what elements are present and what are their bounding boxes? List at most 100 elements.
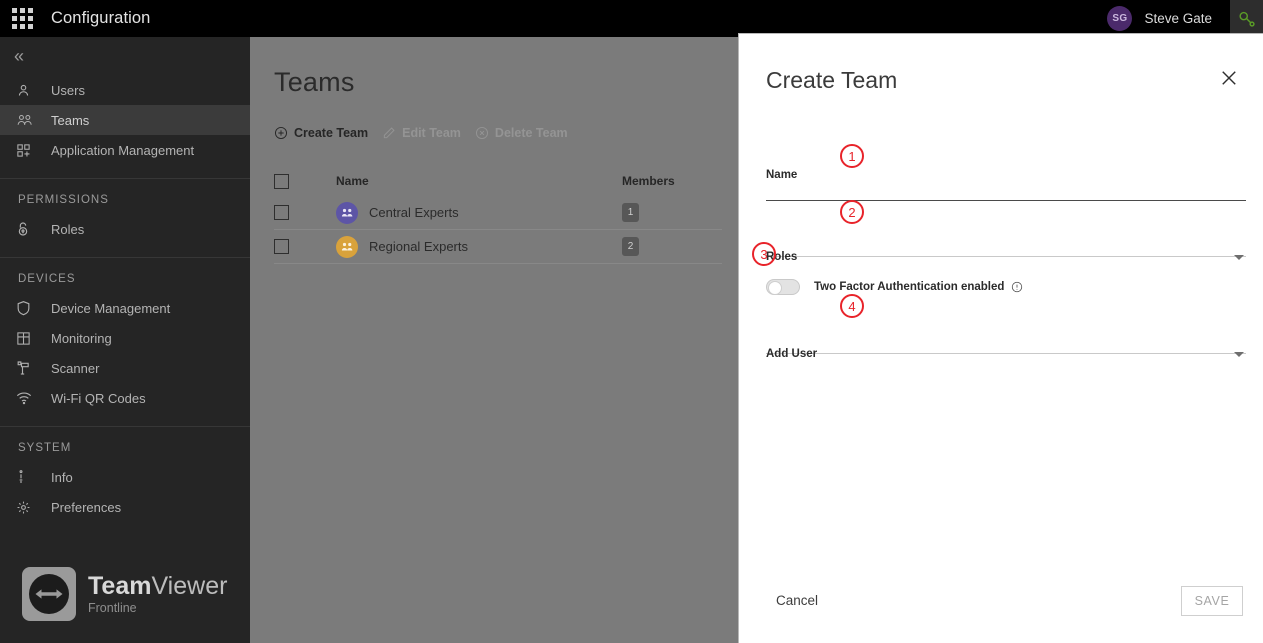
info-person-icon [16, 468, 38, 486]
sidebar-item-label: Application Management [51, 142, 195, 158]
sidebar-item-device-management[interactable]: Device Management [0, 293, 250, 323]
add-user-field-underline [766, 353, 1246, 354]
logo-brand-bold: Team [88, 572, 152, 601]
sidebar-item-users[interactable]: Users [0, 75, 250, 105]
column-header-name: Name [336, 174, 369, 188]
sidebar-item-label: Teams [51, 112, 90, 128]
save-button[interactable]: SAVE [1181, 586, 1243, 616]
annotation-marker-1: 1 [840, 144, 864, 168]
sidebar-item-label: Roles [51, 221, 85, 237]
teamviewer-logo: TeamViewer Frontline [22, 567, 227, 621]
sidebar-item-info[interactable]: Info [0, 462, 250, 492]
grid-table-icon [16, 329, 38, 347]
user-name[interactable]: Steve Gate [1144, 11, 1212, 26]
two-factor-toggle[interactable] [766, 279, 800, 295]
name-field[interactable]: Name [766, 169, 1246, 201]
sidebar-item-scanner[interactable]: Scanner [0, 353, 250, 383]
app-title: Configuration [51, 9, 151, 27]
sidebar-item-wifi-qr-codes[interactable]: Wi-Fi QR Codes [0, 383, 250, 413]
toggle-knob [768, 281, 782, 295]
sidebar-item-preferences[interactable]: Preferences [0, 492, 250, 522]
create-team-dialog: Create Team Name Roles Two Factor Authen… [738, 33, 1263, 643]
column-header-members: Members [622, 174, 675, 188]
roles-field-underline [766, 256, 1246, 257]
toolbar-label: Create Team [294, 126, 369, 140]
table-header-row: Name Members [274, 166, 722, 196]
pencil-icon [382, 126, 396, 140]
row-name-cell: Central Experts [336, 201, 622, 224]
annotation-marker-4: 4 [840, 294, 864, 318]
row-checkbox[interactable] [274, 205, 336, 220]
add-user-field[interactable]: Add User [766, 334, 1246, 364]
members-badge: 2 [622, 237, 639, 256]
two-factor-label: Two Factor Authentication enabled [814, 281, 1005, 293]
dialog-title: Create Team [766, 67, 898, 93]
row-members-cell: 1 [622, 203, 722, 222]
close-icon[interactable] [1215, 64, 1243, 92]
people-icon [336, 201, 358, 224]
plus-circle-icon [274, 126, 288, 140]
row-checkbox[interactable] [274, 239, 336, 254]
team-name: Regional Experts [369, 239, 468, 254]
row-members-cell: 2 [622, 237, 722, 256]
sidebar-item-label: Device Management [51, 300, 171, 316]
info-circle-icon[interactable] [1011, 281, 1023, 293]
sidebar-group-permissions: PERMISSIONS [18, 194, 109, 206]
team-name: Central Experts [369, 205, 459, 220]
key-icon[interactable] [1230, 0, 1263, 37]
teams-table: Name Members Central Experts 1 Regional … [274, 166, 722, 264]
sidebar-item-label: Wi-Fi QR Codes [51, 390, 146, 406]
wifi-icon [16, 389, 38, 407]
logo-product: Frontline [88, 600, 137, 615]
people-icon [16, 111, 38, 129]
sidebar-item-label: Scanner [51, 360, 100, 376]
create-team-button[interactable]: Create Team [274, 126, 368, 140]
table-row[interactable]: Regional Experts 2 [274, 230, 722, 264]
chevron-down-icon[interactable] [1234, 255, 1244, 260]
application-window: Configuration SG Steve Gate « Users Team… [0, 0, 1263, 643]
sidebar: « Users Teams Application Management PER… [0, 37, 250, 643]
edit-team-button[interactable]: Edit Team [382, 126, 461, 140]
sidebar-collapse-button[interactable]: « [0, 37, 250, 75]
shield-icon [16, 299, 38, 317]
row-name-cell: Regional Experts [336, 235, 622, 258]
select-all-checkbox[interactable] [274, 173, 336, 189]
sidebar-item-teams[interactable]: Teams [0, 105, 250, 135]
members-badge: 1 [622, 203, 639, 222]
sidebar-item-label: Monitoring [51, 330, 112, 346]
delete-team-button[interactable]: Delete Team [475, 126, 568, 140]
checkbox-icon [274, 205, 289, 220]
chevron-double-left-icon: « [14, 46, 25, 66]
name-field-underline [766, 200, 1246, 201]
main-content: Teams Create Team Edit Team Delete Team … [250, 37, 740, 643]
x-circle-icon [475, 126, 489, 140]
add-user-field-label: Add User [766, 348, 818, 360]
top-bar-right: SG Steve Gate [1107, 0, 1263, 37]
chevron-down-icon[interactable] [1234, 352, 1244, 357]
avatar[interactable]: SG [1107, 6, 1133, 31]
people-icon [336, 235, 358, 258]
toolbar: Create Team Edit Team Delete Team [274, 126, 740, 140]
sidebar-item-label: Info [51, 469, 73, 485]
scanner-icon [16, 359, 38, 377]
page-title: Teams [274, 67, 355, 97]
sidebar-group-devices: DEVICES [18, 273, 76, 285]
sidebar-item-roles[interactable]: Roles [0, 214, 250, 244]
table-row[interactable]: Central Experts 1 [274, 196, 722, 230]
two-factor-toggle-row[interactable]: Two Factor Authentication enabled [766, 279, 1023, 295]
gear-icon [16, 498, 38, 516]
top-bar: Configuration SG Steve Gate [0, 0, 1263, 37]
checkbox-icon [274, 173, 289, 189]
person-icon [16, 81, 38, 99]
grid-apps-icon[interactable] [11, 8, 33, 30]
sidebar-item-label: Preferences [51, 499, 122, 515]
annotation-marker-3: 3 [752, 242, 776, 266]
toolbar-label: Edit Team [402, 126, 461, 140]
sidebar-item-monitoring[interactable]: Monitoring [0, 323, 250, 353]
teamviewer-arrows-icon [22, 567, 76, 621]
sidebar-item-application-management[interactable]: Application Management [0, 135, 250, 165]
logo-brand-light: Viewer [151, 572, 228, 601]
sidebar-group-system: SYSTEM [18, 442, 72, 454]
cancel-button[interactable]: Cancel [776, 593, 818, 608]
roles-field[interactable]: Roles [766, 237, 1246, 267]
